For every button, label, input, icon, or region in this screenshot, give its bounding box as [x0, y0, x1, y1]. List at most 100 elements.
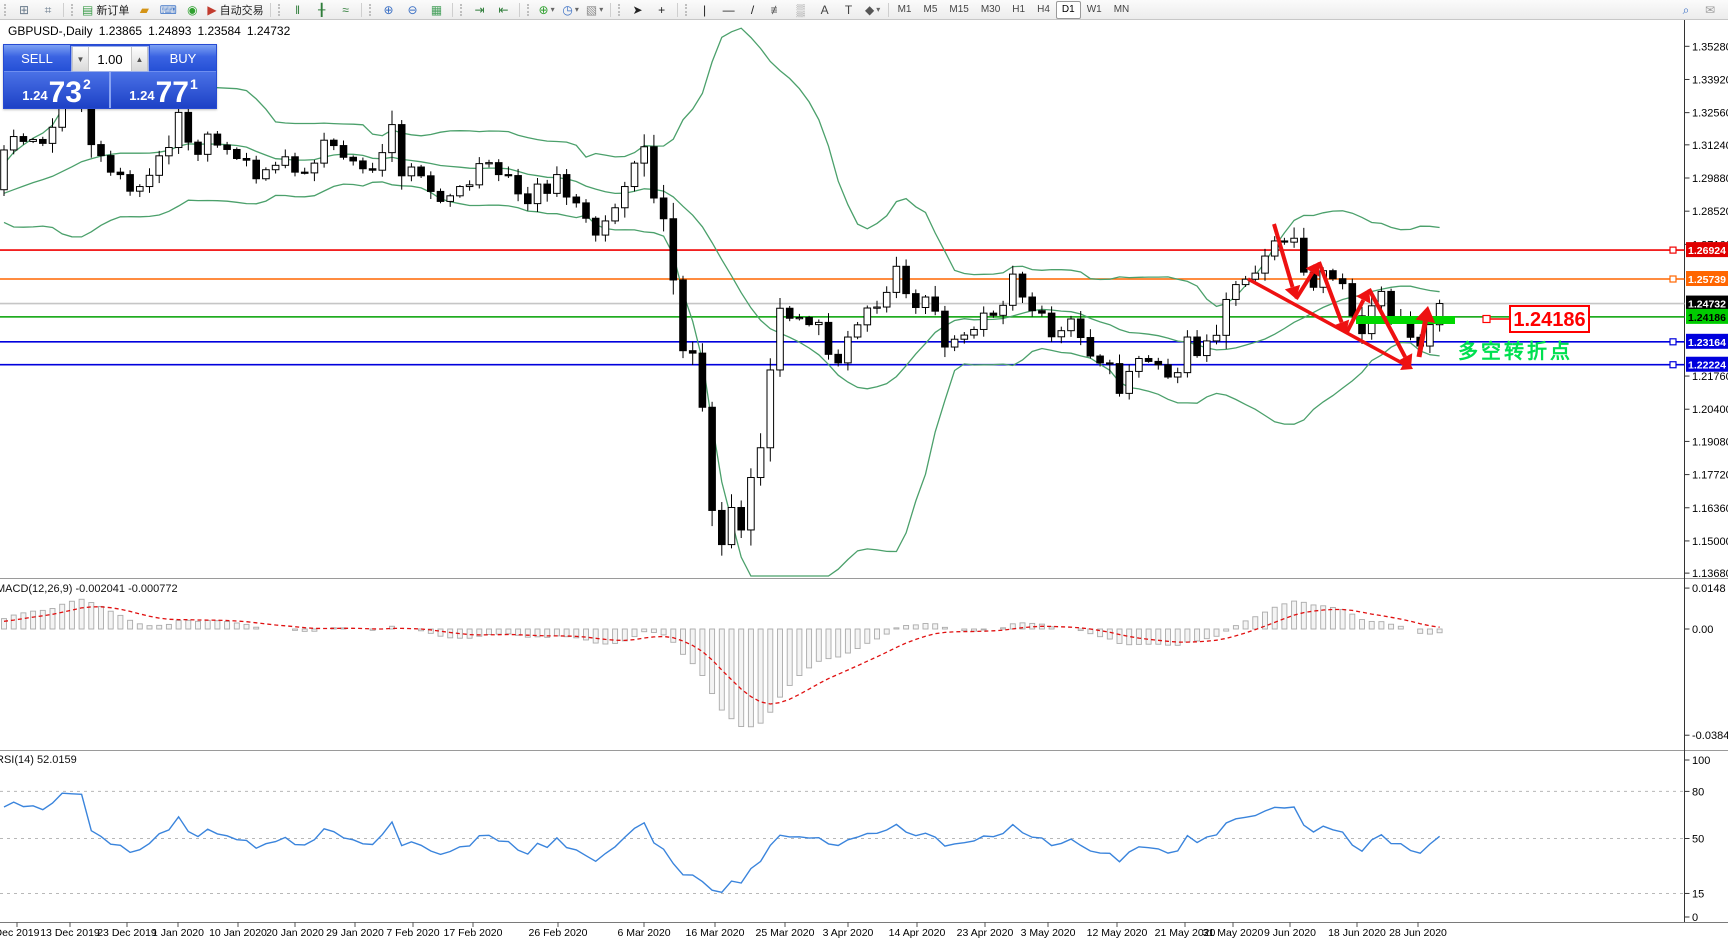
volume-increase-button[interactable]: ▲	[131, 47, 148, 71]
gold-bars-icon: ▰	[139, 2, 149, 17]
signal-icon: ◉	[187, 2, 198, 17]
date-label: 25 Mar 2020	[756, 927, 815, 939]
zoom-in-icon[interactable]: ⊕	[377, 0, 401, 19]
candle-body	[456, 186, 464, 197]
templates-icon[interactable]: ▧ ▾	[583, 0, 607, 19]
toolbar-grip	[526, 3, 532, 16]
new-order-button[interactable]: ▤ 新订单	[79, 0, 132, 19]
candle-body	[931, 296, 940, 312]
candle-body	[1338, 278, 1347, 285]
timeframe-button-h1[interactable]: H1	[1006, 1, 1031, 19]
candlestick-chart-icon[interactable]: ╂	[310, 0, 334, 19]
sell-price[interactable]: 1.24 73 2	[4, 72, 111, 108]
cursor-icon[interactable]: ➤	[626, 0, 650, 19]
rsi-axis-label: 50	[1692, 834, 1704, 846]
candle-body	[446, 195, 454, 202]
candle-body	[756, 447, 765, 479]
autotrade-button: ▶	[207, 2, 217, 17]
price-callout-text: 1.24186	[1513, 309, 1585, 331]
chart-shift-icon[interactable]: ⇤	[492, 0, 516, 19]
volume-value[interactable]: 1.00	[89, 47, 131, 71]
candle-body	[776, 307, 784, 371]
price-line-tag-label: 1.25739	[1688, 274, 1726, 286]
chat-icon[interactable]: ✉	[1698, 0, 1722, 19]
zoom-out-icon[interactable]: ⊖	[401, 0, 425, 19]
candle-body	[524, 193, 532, 205]
remote-terminal-icon[interactable]: ⌨	[156, 0, 180, 19]
timeframe-button-m15[interactable]: M15	[943, 1, 974, 19]
timeframe-button-mn[interactable]: MN	[1108, 1, 1136, 19]
sell-button[interactable]: SELL	[4, 45, 70, 71]
date-label: 31 May 2020	[1203, 927, 1264, 939]
macd-histogram-bar	[1252, 616, 1259, 630]
timeframe-button-m5[interactable]: M5	[917, 1, 943, 19]
bollinger-middle-band	[3, 143, 1440, 390]
cursor-icon: ➤	[632, 2, 643, 17]
macd-histogram-bar	[1232, 625, 1239, 630]
chart-preview-icon[interactable]: ⌗	[36, 0, 60, 19]
new-order-button-label: 新订单	[96, 4, 130, 17]
search-icon: ⌕	[1682, 2, 1690, 17]
macd-histogram-bar	[447, 628, 454, 639]
macd-axis-label: 0.0148	[1692, 583, 1726, 595]
date-label: 26 Feb 2020	[529, 927, 588, 939]
indicators-list-icon[interactable]: ⊕ ▾	[535, 0, 559, 19]
new-chart-icon[interactable]: ⊞	[12, 0, 36, 19]
candle-body	[611, 207, 619, 222]
toolbar-separator	[451, 2, 453, 17]
macd-histogram-bar	[980, 628, 987, 631]
timeframe-button-h4[interactable]: H4	[1031, 1, 1056, 19]
macd-histogram-bar	[883, 628, 890, 635]
shapes-icon[interactable]: ◆ ▾	[861, 0, 885, 19]
horizontal-line-icon[interactable]: —	[717, 0, 741, 19]
candle-body	[310, 162, 319, 174]
crosshair-icon[interactable]: +	[650, 0, 674, 19]
text-label-icon[interactable]: T	[837, 0, 861, 19]
macd-histogram-bar	[912, 624, 919, 630]
auto-scroll-icon[interactable]: ⇥	[468, 0, 492, 19]
sell-price-pips: 73	[48, 76, 82, 109]
candle-body	[1183, 336, 1192, 374]
timeframe-button-m1[interactable]: M1	[892, 1, 918, 19]
timeframe-button-m30[interactable]: M30	[975, 1, 1006, 19]
macd-histogram-bar	[1310, 604, 1317, 630]
toolbar-grip	[684, 3, 690, 16]
candle-body	[844, 336, 852, 364]
buy-price[interactable]: 1.24 77 1	[111, 72, 216, 108]
candle-body	[136, 186, 144, 192]
fibonacci-icon[interactable]: ≢	[765, 0, 789, 19]
macd-histogram-bar	[1106, 628, 1113, 640]
buy-button[interactable]: BUY	[150, 45, 216, 71]
candle-body	[824, 321, 833, 355]
candle-body	[155, 155, 163, 176]
trendline-icon[interactable]: /	[741, 0, 765, 19]
periods-icon[interactable]: ◷ ▾	[559, 0, 583, 19]
bar-chart-icon[interactable]: ‖	[286, 0, 310, 19]
autotrade-button[interactable]: ▶ 自动交易	[204, 0, 266, 19]
signal-icon[interactable]: ◉	[180, 0, 204, 19]
search-icon[interactable]: ⌕	[1674, 0, 1698, 19]
macd-histogram-bar	[835, 628, 842, 658]
macd-histogram-bar	[1145, 628, 1152, 645]
macd-histogram-bar	[1417, 628, 1424, 634]
timeframe-button-d1[interactable]: D1	[1055, 0, 1081, 19]
tile-windows-icon[interactable]: ▦	[425, 0, 449, 19]
candle-body	[882, 291, 891, 308]
macd-histogram-bar	[68, 600, 75, 630]
text-icon[interactable]: A	[813, 0, 837, 19]
macd-indicator-label: MACD(12,26,9) -0.002041 -0.000772	[0, 583, 178, 595]
gold-bars-icon[interactable]: ▰	[132, 0, 156, 19]
macd-histogram-bar	[1426, 628, 1433, 635]
templates-icon: ▧	[585, 2, 598, 17]
vertical-line-icon[interactable]: |	[693, 0, 717, 19]
horizontal-line-icon: —	[722, 2, 735, 17]
timeframe-button-w1[interactable]: W1	[1081, 1, 1108, 19]
line-chart-icon[interactable]: ≈	[334, 0, 358, 19]
chart-shift-icon: ⇤	[498, 2, 509, 17]
breakout-up-arrow	[1416, 320, 1428, 358]
volume-decrease-button[interactable]: ▼	[72, 47, 89, 71]
fibo-grid-icon[interactable]: ▒	[789, 0, 813, 19]
volume-field[interactable]: ▼ 1.00 ▲	[71, 46, 149, 72]
candle-body	[1329, 270, 1337, 280]
date-label: 9 Jun 2020	[1264, 927, 1316, 939]
